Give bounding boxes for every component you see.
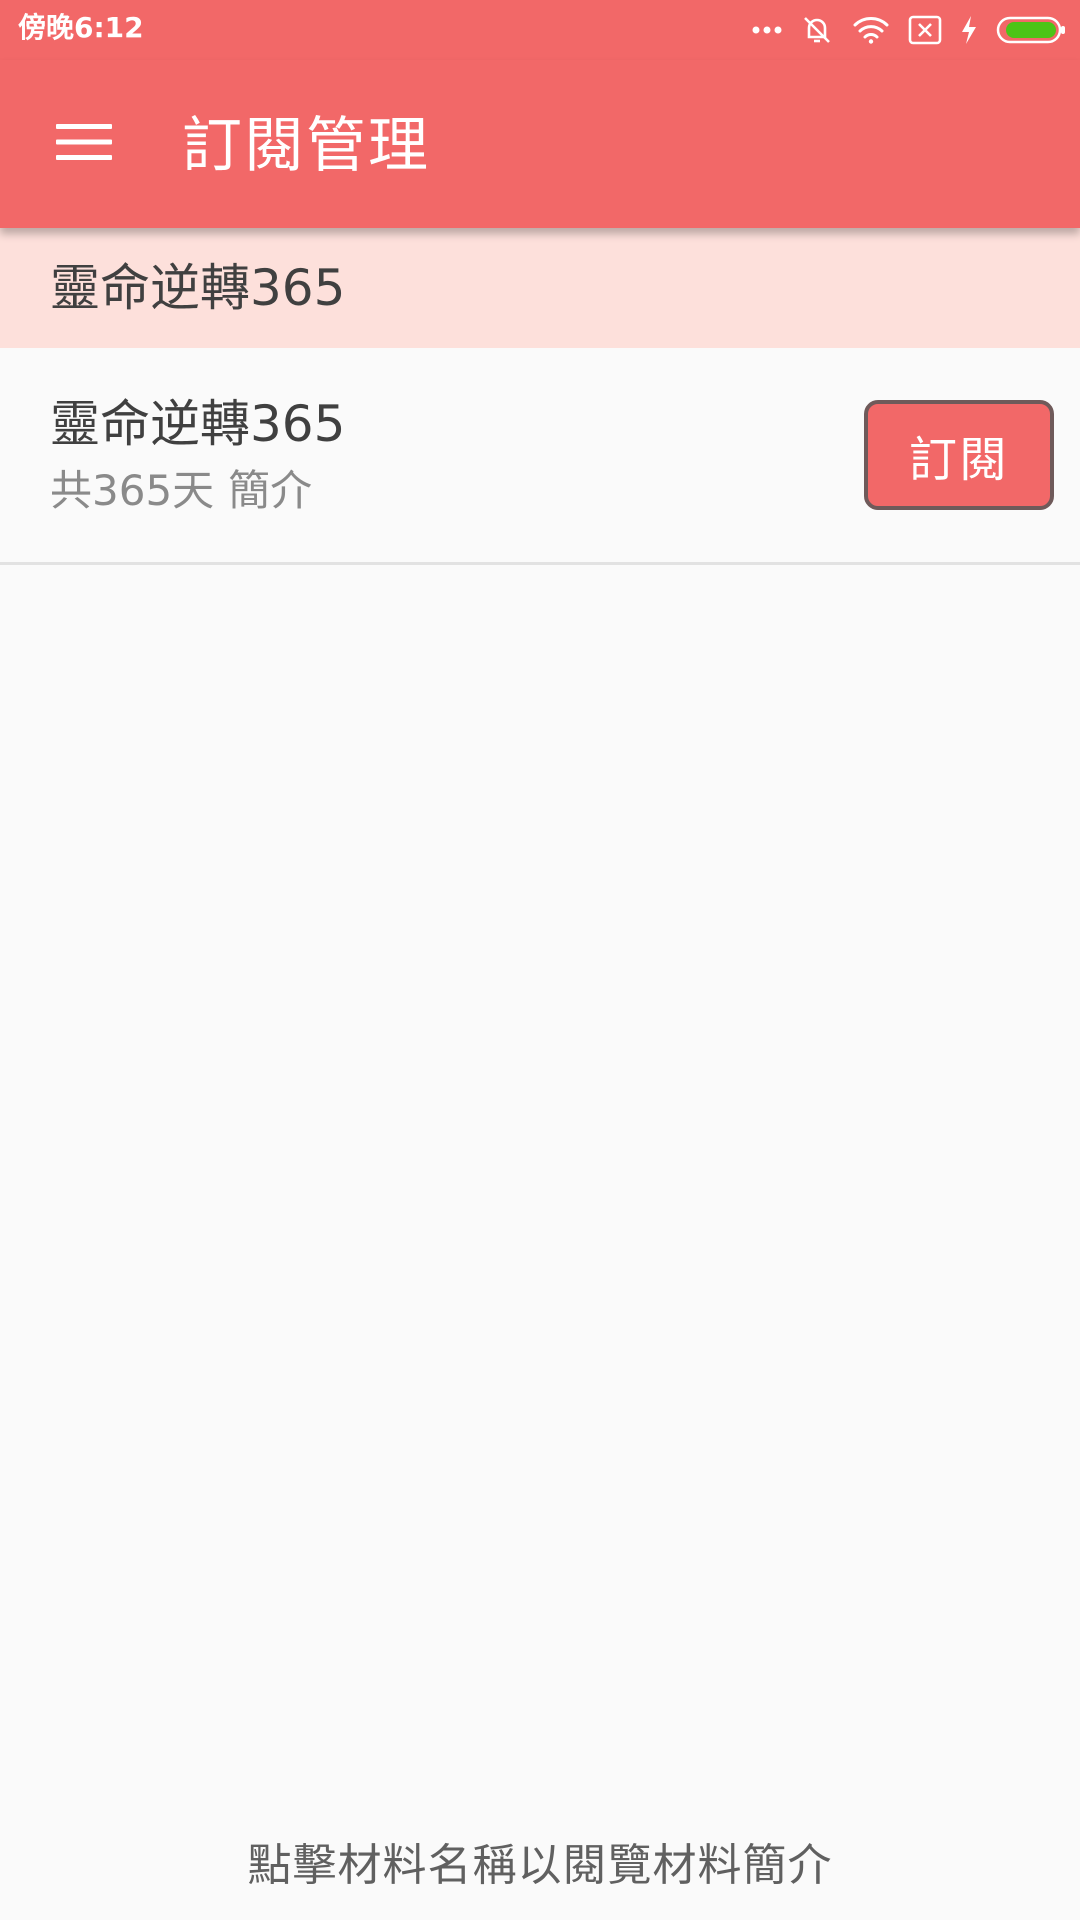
status-bar: 傍晚6:12 xyxy=(0,0,1080,60)
charging-bolt-icon xyxy=(960,15,978,45)
subscribe-button[interactable]: 訂閱 xyxy=(864,400,1054,510)
no-sim-icon xyxy=(908,15,942,45)
footer-hint: 點擊材料名稱以閱覽材料簡介 xyxy=(247,1840,833,1891)
plan-title[interactable]: 靈命逆轉365 xyxy=(50,394,345,454)
status-icons xyxy=(752,10,1066,50)
battery-icon xyxy=(996,15,1066,45)
more-dots-icon xyxy=(752,25,782,35)
plan-intro-link[interactable]: 簡介 xyxy=(228,466,312,516)
list-item: 靈命逆轉365 共365天 簡介 訂閱 xyxy=(0,348,1080,565)
silent-bell-icon xyxy=(800,13,834,47)
section-header-title: 靈命逆轉365 xyxy=(50,259,346,317)
status-time: 傍晚6:12 xyxy=(18,11,144,44)
section-header: 靈命逆轉365 xyxy=(0,228,1080,348)
hamburger-menu-icon xyxy=(56,122,112,166)
wifi-icon xyxy=(852,15,890,45)
menu-button[interactable] xyxy=(38,104,130,184)
page-title: 訂閱管理 xyxy=(182,111,430,181)
app-bar: 訂閱管理 xyxy=(0,60,1080,228)
plan-subtitle: 共365天 簡介 xyxy=(50,466,312,516)
plan-duration: 共365天 xyxy=(50,466,215,515)
